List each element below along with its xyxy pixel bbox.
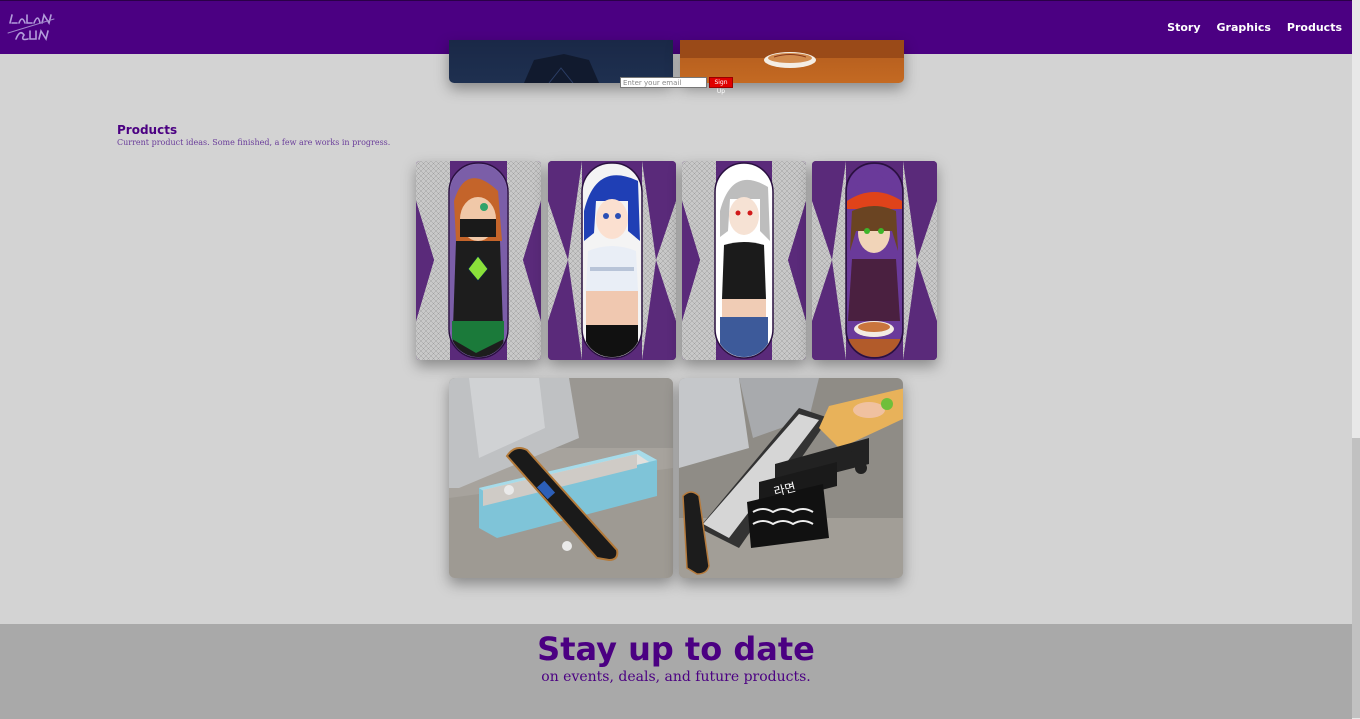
email-input[interactable] bbox=[620, 77, 707, 88]
newsletter-footer: Stay up to date on events, deals, and fu… bbox=[0, 624, 1352, 719]
nav-links: Story Graphics Products bbox=[1167, 21, 1342, 34]
products-section-description: Current product ideas. Some finished, a … bbox=[117, 138, 391, 147]
newsletter-subtitle: on events, deals, and future products. bbox=[541, 669, 811, 685]
nav-link-graphics[interactable]: Graphics bbox=[1217, 21, 1271, 34]
skateboard-deck-design[interactable] bbox=[812, 161, 937, 360]
newsletter-title: Stay up to date bbox=[537, 630, 815, 668]
products-section-title: Products bbox=[117, 123, 178, 137]
skateboard-deck-design[interactable] bbox=[548, 161, 676, 360]
skateboard-deck-design[interactable] bbox=[416, 161, 541, 360]
signup-button[interactable]: Sign Up bbox=[709, 77, 733, 95]
nav-link-products[interactable]: Products bbox=[1287, 21, 1342, 34]
product-photo-ramen-rail[interactable]: 라면 bbox=[679, 378, 903, 578]
scrollbar-track[interactable] bbox=[1352, 0, 1360, 719]
top-navbar: Story Graphics Products bbox=[0, 0, 1352, 54]
scrollbar-thumb[interactable] bbox=[1352, 438, 1360, 718]
product-photo-fingerboard[interactable] bbox=[449, 378, 673, 578]
skateboard-deck-design[interactable] bbox=[682, 161, 806, 360]
nav-link-story[interactable]: Story bbox=[1167, 21, 1200, 34]
site-logo[interactable] bbox=[6, 9, 58, 45]
